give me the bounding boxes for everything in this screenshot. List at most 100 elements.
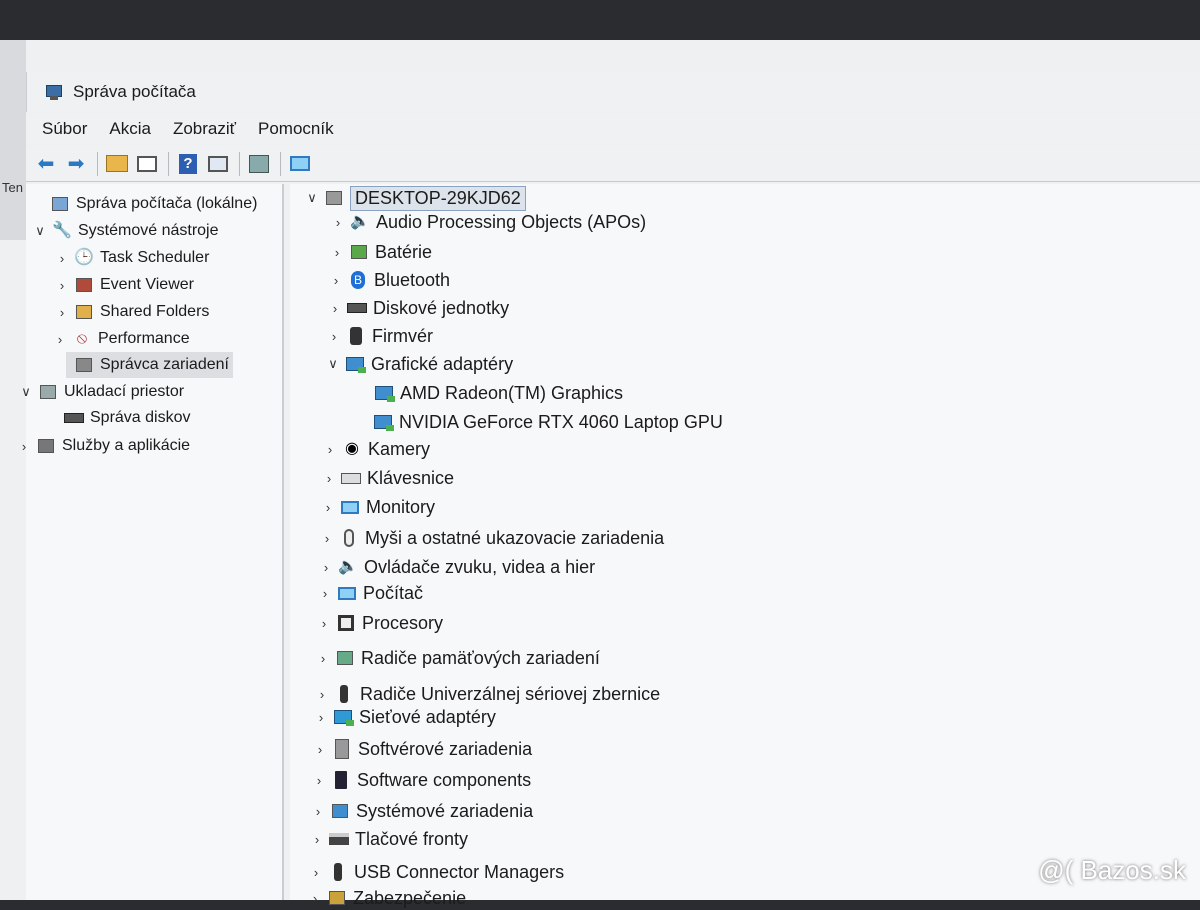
software-component-icon — [331, 770, 351, 790]
device-category-firmware[interactable]: › Firmvér — [326, 324, 433, 348]
chevron-right-icon[interactable]: › — [313, 710, 329, 725]
export-button[interactable] — [245, 150, 273, 178]
chevron-right-icon[interactable]: › — [16, 439, 32, 454]
device-category-label: Monitory — [366, 496, 436, 517]
device-category-processors[interactable]: › Procesory — [316, 611, 443, 635]
tree-item-task-scheduler[interactable]: › 🕒 Task Scheduler — [54, 246, 210, 270]
device-category-label: Procesory — [362, 612, 444, 633]
event-viewer-icon — [74, 275, 94, 295]
chevron-right-icon[interactable]: › — [52, 332, 68, 347]
chevron-right-icon[interactable]: › — [310, 804, 326, 819]
device-category-software-components[interactable]: › Software components — [311, 768, 531, 792]
device-tree-pane: ∨ DESKTOP-29KJD62 › 🔈 Audio Processing O… — [290, 184, 1200, 908]
chevron-right-icon[interactable]: › — [328, 273, 344, 288]
menu-akcia[interactable]: Akcia — [109, 119, 151, 139]
device-category-apos[interactable]: › 🔈 Audio Processing Objects (APOs) — [330, 210, 646, 234]
tree-item-device-manager[interactable]: Správca zariadení — [66, 352, 233, 378]
device-category-label: Myši a ostatné ukazovacie zariadenia — [365, 527, 665, 548]
chevron-right-icon[interactable]: › — [316, 616, 332, 631]
menu-subor[interactable]: Súbor — [42, 119, 87, 139]
chevron-right-icon[interactable]: › — [314, 687, 330, 702]
device-category-network-adapters[interactable]: › Sieťové adaptéry — [313, 705, 496, 729]
device-category-storage-controllers[interactable]: › Radiče pamäťových zariadení — [315, 646, 600, 670]
tree-item-services-apps[interactable]: › Služby a aplikácie — [16, 434, 190, 458]
chevron-right-icon[interactable]: › — [319, 531, 335, 546]
tree-item-system-tools[interactable]: ∨ 🔧 Systémové nástroje — [32, 219, 218, 243]
up-one-level-button[interactable] — [103, 150, 131, 178]
back-arrow-icon: ⬅ — [37, 152, 55, 175]
chevron-right-icon[interactable]: › — [320, 500, 336, 515]
chevron-down-icon[interactable]: ∨ — [325, 356, 341, 372]
toolbar-separator — [239, 151, 240, 176]
device-category-system-devices[interactable]: › Systémové zariadenia — [310, 799, 533, 823]
tree-item-event-viewer[interactable]: › Event Viewer — [54, 273, 194, 297]
chevron-right-icon[interactable]: › — [308, 865, 324, 880]
device-nvidia-rtx-4060[interactable]: NVIDIA GeForce RTX 4060 Laptop GPU — [369, 410, 723, 434]
device-category-label: Klávesnice — [367, 467, 455, 488]
device-category-label: Batérie — [375, 241, 433, 262]
device-category-mice[interactable]: › Myši a ostatné ukazovacie zariadenia — [319, 526, 664, 550]
chevron-right-icon[interactable]: › — [326, 329, 342, 344]
device-category-disk-drives[interactable]: › Diskové jednotky — [327, 296, 509, 320]
device-category-display-adapters[interactable]: ∨ Grafické adaptéry — [325, 352, 513, 376]
chevron-right-icon[interactable]: › — [311, 773, 327, 788]
chevron-right-icon[interactable]: › — [54, 305, 70, 320]
chevron-right-icon[interactable]: › — [329, 245, 345, 260]
device-category-keyboards[interactable]: › Klávesnice — [321, 466, 454, 490]
device-category-monitors[interactable]: › Monitory — [320, 495, 435, 519]
device-category-usb-connector-managers[interactable]: › USB Connector Managers — [308, 860, 564, 884]
tree-item-disk-management[interactable]: Správa diskov — [60, 406, 191, 430]
chevron-right-icon[interactable]: › — [322, 442, 338, 457]
device-category-usb-controllers[interactable]: › Radiče Univerzálnej sériovej zbernice — [314, 682, 660, 706]
chevron-right-icon[interactable]: › — [312, 742, 328, 757]
device-category-cameras[interactable]: › ◉ Kamery — [322, 437, 430, 461]
chevron-right-icon[interactable]: › — [327, 301, 343, 316]
help-icon: ? — [179, 153, 197, 174]
device-category-print-queues[interactable]: › Tlačové fronty — [309, 827, 468, 851]
device-amd-radeon[interactable]: AMD Radeon(TM) Graphics — [370, 381, 623, 405]
watermark: @( Bazos.sk — [1038, 855, 1186, 885]
scan-hardware-button[interactable] — [286, 150, 314, 178]
shared-folder-icon — [74, 302, 94, 322]
chevron-right-icon[interactable]: › — [318, 560, 334, 575]
chevron-right-icon[interactable]: › — [315, 651, 331, 666]
tree-item-storage[interactable]: ∨ Ukladací priestor — [18, 380, 184, 404]
tree-item-performance[interactable]: › ⦸ Performance — [52, 327, 190, 351]
chevron-right-icon[interactable]: › — [307, 891, 323, 906]
help-button[interactable]: ? — [174, 150, 202, 178]
device-category-software-devices[interactable]: › Softvérové zariadenia — [312, 737, 532, 761]
device-category-security[interactable]: › Zabezpečenie — [307, 886, 466, 910]
tree-item-label: Performance — [98, 330, 190, 347]
chevron-down-icon[interactable]: ∨ — [32, 223, 48, 239]
display-adapter-icon — [345, 354, 366, 374]
chevron-right-icon[interactable]: › — [54, 251, 70, 266]
chevron-right-icon[interactable]: › — [54, 278, 70, 293]
forward-button[interactable]: ➡ — [62, 150, 90, 178]
chevron-right-icon[interactable]: › — [330, 215, 346, 230]
chevron-down-icon[interactable]: ∨ — [304, 190, 320, 206]
usb-icon — [334, 684, 354, 704]
device-tree-root[interactable]: ∨ DESKTOP-29KJD62 — [304, 185, 526, 211]
show-hide-pane-button[interactable] — [204, 150, 232, 178]
back-button[interactable]: ⬅ — [32, 150, 60, 178]
tree-item-shared-folders[interactable]: › Shared Folders — [54, 300, 210, 324]
menu-zobrazit[interactable]: Zobraziť — [173, 119, 236, 139]
chevron-right-icon[interactable]: › — [309, 832, 325, 847]
tree-item-computer-management[interactable]: Správa počítača (lokálne) — [30, 192, 257, 216]
device-category-batteries[interactable]: › Batérie — [329, 240, 432, 264]
computer-management-icon — [45, 83, 63, 101]
menu-pomocnik[interactable]: Pomocník — [258, 119, 334, 139]
device-category-computer[interactable]: › Počítač — [317, 581, 423, 605]
desktop-partial-text: Ten — [2, 180, 23, 195]
window-title: Správa počítača — [73, 82, 196, 101]
device-manager-icon — [74, 355, 94, 375]
chevron-right-icon[interactable]: › — [317, 586, 333, 601]
device-category-label: Sieťové adaptéry — [359, 706, 496, 727]
chevron-down-icon[interactable]: ∨ — [18, 384, 34, 400]
device-category-label: Firmvér — [372, 325, 433, 346]
properties-button[interactable] — [133, 150, 161, 178]
device-category-sound-video[interactable]: › 🔈 Ovládače zvuku, videa a hier — [318, 555, 595, 579]
chevron-right-icon[interactable]: › — [321, 471, 337, 486]
tree-item-label: Správca zariadení — [100, 356, 229, 373]
device-category-bluetooth[interactable]: › B Bluetooth — [328, 268, 450, 292]
